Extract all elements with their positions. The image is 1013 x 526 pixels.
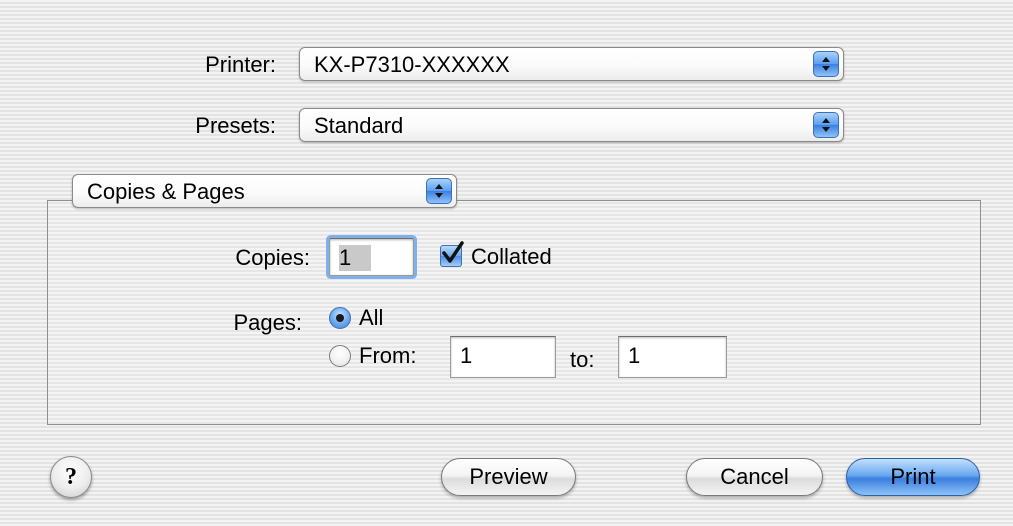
print-button[interactable]: Print bbox=[846, 458, 980, 496]
printer-popup-value: KX-P7310-XXXXXX bbox=[314, 52, 510, 77]
popup-arrows-icon bbox=[813, 51, 839, 77]
presets-label: Presets: bbox=[195, 113, 276, 138]
popup-arrows-icon bbox=[426, 178, 452, 204]
help-button[interactable]: ? bbox=[50, 456, 92, 498]
printer-popup[interactable]: KX-P7310-XXXXXX bbox=[299, 47, 844, 81]
pages-all-label: All bbox=[359, 305, 384, 330]
presets-popup-value: Standard bbox=[314, 113, 404, 138]
pages-to-label: to: bbox=[570, 347, 595, 372]
collated-label: Collated bbox=[471, 244, 552, 269]
pages-label: Pages: bbox=[233, 310, 303, 335]
pages-to-field[interactable]: 1 bbox=[618, 336, 727, 378]
preview-button[interactable]: Preview bbox=[441, 458, 576, 496]
pages-from-field[interactable]: 1 bbox=[450, 336, 556, 378]
cancel-button[interactable]: Cancel bbox=[686, 458, 823, 496]
collated-checkbox[interactable] bbox=[440, 241, 464, 267]
pages-from-label: From: bbox=[359, 343, 417, 368]
copies-field[interactable]: 1 bbox=[329, 238, 414, 276]
pages-from-radio[interactable] bbox=[329, 345, 351, 367]
updown-arrows-icon bbox=[435, 184, 443, 198]
updown-arrows-icon bbox=[822, 57, 830, 71]
copies-label: Copies: bbox=[235, 245, 310, 270]
pages-all-radio[interactable] bbox=[329, 307, 351, 329]
popup-arrows-icon bbox=[813, 112, 839, 138]
panel-popup[interactable]: Copies & Pages bbox=[72, 174, 457, 208]
panel-popup-value: Copies & Pages bbox=[87, 179, 245, 204]
updown-arrows-icon bbox=[822, 118, 830, 132]
printer-label: Printer: bbox=[205, 52, 276, 77]
presets-popup[interactable]: Standard bbox=[299, 108, 844, 142]
checkmark-icon bbox=[442, 241, 464, 263]
copies-value: 1 bbox=[339, 245, 372, 271]
